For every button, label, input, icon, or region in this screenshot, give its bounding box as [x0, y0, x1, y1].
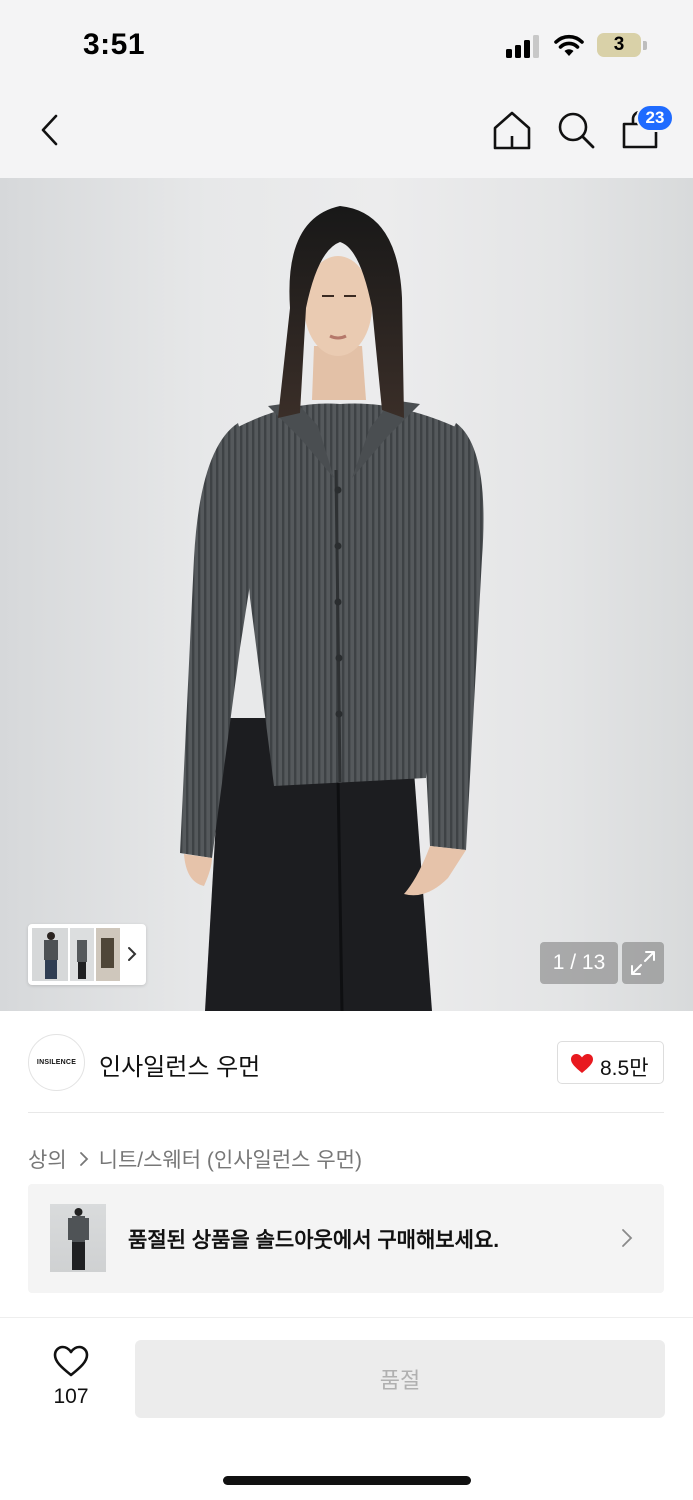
heart-filled-icon [571, 1054, 593, 1073]
divider [28, 1112, 664, 1113]
breadcrumb-subcategory[interactable]: 니트/스웨터 (인사일런스 우먼) [99, 1144, 362, 1174]
back-button[interactable] [32, 110, 68, 150]
heart-outline-icon [53, 1345, 89, 1377]
home-button[interactable] [490, 108, 534, 152]
product-image-gallery[interactable] [0, 178, 693, 1011]
chevron-left-icon [41, 114, 58, 146]
battery-icon: 3 [597, 33, 641, 57]
product-photo [180, 206, 484, 1011]
search-icon [558, 112, 595, 149]
wifi-icon [554, 34, 584, 56]
battery-cap [643, 41, 647, 50]
status-time: 3:51 [83, 28, 146, 61]
cart-count-badge: 23 [636, 104, 674, 132]
cellular-signal-icon [506, 34, 542, 58]
expand-icon [631, 951, 655, 975]
chevron-right-icon [128, 947, 137, 961]
search-button[interactable] [555, 109, 597, 151]
battery-level: 3 [613, 34, 625, 55]
home-indicator [223, 1476, 471, 1485]
brand-like-count: 8.5만 [600, 1057, 649, 1080]
breadcrumb-category[interactable]: 상의 [28, 1144, 67, 1174]
brand-name[interactable]: 인사일런스 우먼 [99, 1047, 260, 1082]
breadcrumb: 상의 니트/스웨터 (인사일런스 우먼) [28, 1145, 362, 1173]
top-nav-bar [0, 88, 693, 178]
image-page-counter: 1 / 13 [540, 942, 618, 984]
thumbnail-strip[interactable] [28, 924, 146, 985]
thumbnail-images [32, 928, 120, 981]
soldout-market-banner[interactable]: 품절된 상품을 솔드아웃에서 구매해보세요. [28, 1184, 664, 1293]
brand-like-button[interactable]: 8.5만 [557, 1041, 664, 1084]
home-icon [493, 111, 531, 150]
banner-text: 품절된 상품을 솔드아웃에서 구매해보세요. [128, 1229, 500, 1252]
status-bar: 3:51 3 [0, 0, 693, 88]
soldout-purchase-button[interactable]: 품절 [135, 1340, 665, 1418]
bottom-bar-divider [0, 1317, 693, 1318]
chevron-right-icon [622, 1229, 633, 1247]
brand-logo[interactable]: INSILENCE [28, 1034, 85, 1091]
expand-image-button[interactable] [622, 942, 664, 984]
wishlist-count: 107 [53, 1385, 89, 1408]
banner-product-thumbnail [50, 1204, 106, 1272]
banner-product-image [68, 1208, 89, 1270]
brand-logo-text: INSILENCE [36, 1059, 77, 1066]
chevron-right-icon [79, 1152, 88, 1166]
brand-row: INSILENCE 인사일런스 우먼 8.5만 [0, 1012, 693, 1112]
wishlist-button[interactable]: 107 [45, 1342, 97, 1414]
